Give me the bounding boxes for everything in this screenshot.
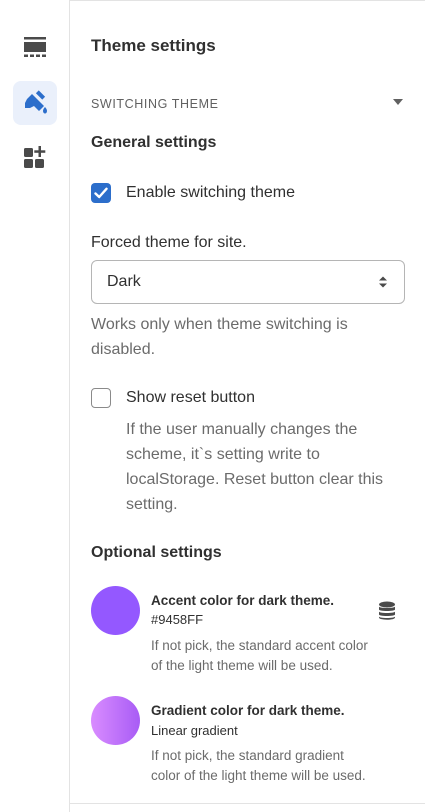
forced-theme-select[interactable]: Dark (91, 260, 405, 304)
section-header-switching-theme[interactable]: SWITCHING THEME (91, 95, 405, 113)
rail-sections-button[interactable] (13, 25, 57, 69)
reset-button-row[interactable]: Show reset button (91, 388, 255, 408)
reset-help-line: setting. (126, 496, 178, 513)
caret-down-icon (393, 99, 403, 105)
accent-color-title: Accent color for dark theme. (151, 593, 335, 608)
accent-help-line: If not pick, the standard accent color (151, 638, 368, 653)
gradient-color-swatch[interactable] (91, 696, 140, 745)
gradient-help-line: color of the light theme will be used. (151, 768, 366, 783)
enable-switching-label: Enable switching theme (126, 184, 295, 201)
reset-help-line: If the user manually changes the (126, 421, 358, 438)
forced-theme-help-line: Works only when theme switching is (91, 316, 348, 333)
optional-settings-heading: Optional settings (91, 544, 222, 561)
database-icon[interactable] (378, 601, 396, 626)
apps-add-icon (23, 145, 47, 169)
enable-switching-checkbox[interactable] (91, 183, 111, 203)
forced-theme-label: Forced theme for site. (91, 234, 247, 251)
reset-help-line: scheme, it`s setting write to (126, 446, 320, 463)
forced-theme-help: Works only when theme switching is disab… (91, 312, 348, 362)
gradient-color-title: Gradient color for dark theme. (151, 703, 345, 718)
enable-switching-row[interactable]: Enable switching theme (91, 183, 295, 203)
reset-button-label: Show reset button (126, 389, 255, 406)
accent-color-value: #9458FF (151, 612, 204, 627)
rail-theme-settings-button[interactable] (13, 81, 57, 125)
bottom-divider (70, 803, 425, 804)
general-settings-heading: General settings (91, 134, 217, 151)
checkmark-icon (94, 187, 108, 199)
paint-brush-icon (22, 90, 48, 116)
reset-help-line: localStorage. Reset button clear this (126, 471, 384, 488)
accent-color-swatch[interactable] (91, 586, 140, 635)
section-label: SWITCHING THEME (91, 97, 219, 111)
select-arrows-icon (378, 275, 388, 294)
settings-panel: Theme settings SWITCHING THEME General s… (71, 0, 425, 812)
forced-theme-value: Dark (107, 273, 141, 290)
accent-color-help: If not pick, the standard accent color o… (151, 636, 401, 676)
reset-button-help: If the user manually changes the scheme,… (126, 417, 383, 517)
layout-section-icon (23, 36, 47, 58)
gradient-color-help: If not pick, the standard gradient color… (151, 746, 401, 786)
gradient-help-line: If not pick, the standard gradient (151, 748, 344, 763)
reset-button-checkbox[interactable] (91, 388, 111, 408)
sidebar-rail (0, 0, 70, 812)
page-title: Theme settings (91, 36, 216, 55)
accent-help-line: of the light theme will be used. (151, 658, 333, 673)
forced-theme-help-line: disabled. (91, 341, 156, 358)
rail-apps-button[interactable] (13, 135, 57, 179)
gradient-color-value: Linear gradient (151, 723, 238, 738)
